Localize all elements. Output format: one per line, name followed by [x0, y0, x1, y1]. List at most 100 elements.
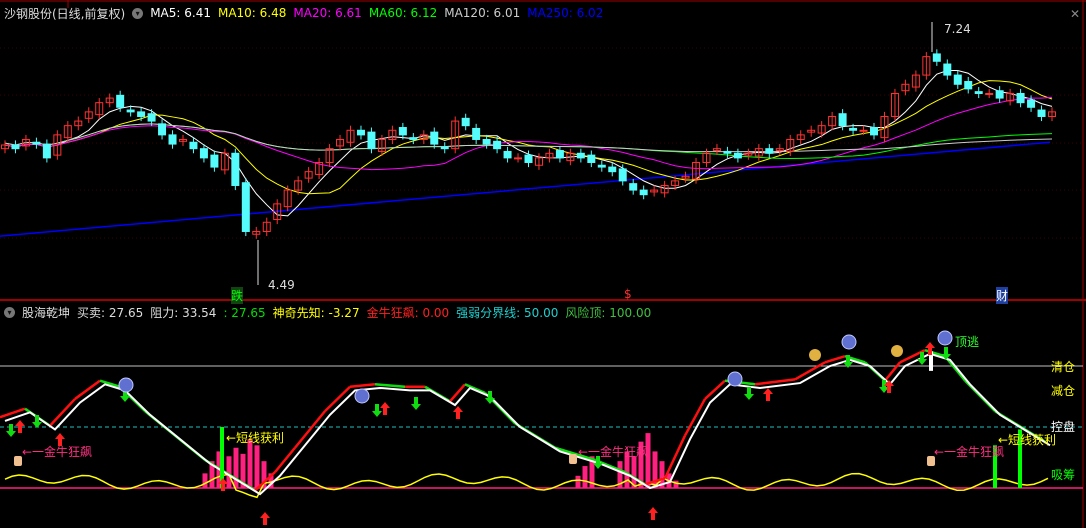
momentum-bar	[202, 473, 208, 488]
candle	[440, 146, 449, 150]
candle	[943, 63, 952, 76]
legend-item: 强弱分界线: 50.00	[456, 305, 559, 320]
ma-legend: MA5: 6.41 MA10: 6.48 MA20: 6.61 MA60: 6.12 M…	[150, 6, 610, 20]
candle	[482, 138, 491, 145]
money-bag-icon	[891, 345, 903, 357]
signal-short-2: ←短线获利	[998, 433, 1057, 447]
marker-finance[interactable]: 财	[996, 287, 1009, 304]
candle	[765, 148, 774, 154]
legend-item: 金牛狂飙: 0.00	[366, 305, 450, 320]
candle	[870, 127, 879, 136]
legend-item: 风险顶: 100.00	[565, 305, 652, 320]
chevron-down-icon[interactable]: ▾	[132, 7, 144, 19]
level-reduce: 减仓	[1051, 384, 1076, 398]
momentum-bar	[582, 466, 588, 488]
legend-item: MA120: 6.01	[444, 6, 521, 20]
candle	[555, 150, 564, 159]
candle	[859, 129, 868, 132]
candle	[472, 127, 481, 140]
legend-item: 阻力: 33.54	[150, 305, 217, 320]
candle	[116, 94, 125, 108]
indicator-title[interactable]: 股海乾坤	[22, 304, 70, 321]
stock-title[interactable]: 沙钢股份(日线,前复权)	[4, 5, 125, 22]
momentum-bar	[645, 433, 651, 488]
candle	[964, 81, 973, 90]
candle	[618, 168, 627, 182]
candle	[1016, 92, 1025, 104]
candle	[241, 182, 250, 232]
candle	[367, 131, 376, 150]
face-icon	[727, 371, 743, 387]
candle	[503, 150, 512, 159]
chevron-down-icon[interactable]: ▾	[4, 306, 15, 318]
candle	[597, 164, 606, 168]
legend-item: MA60: 6.12	[368, 6, 438, 20]
level-clear: 清仓	[1051, 360, 1076, 374]
candle	[587, 154, 596, 163]
candle	[838, 113, 847, 127]
candle	[409, 137, 418, 140]
candle	[231, 152, 240, 186]
indicator-header: ▾ 股海乾坤 买卖: 27.65 阻力: 33.54 : 27.65 神奇先知: -3…	[4, 301, 665, 323]
face-icon	[118, 377, 134, 393]
candle	[147, 113, 156, 122]
legend-item: MA5: 6.41	[150, 6, 211, 20]
candle	[995, 90, 1004, 99]
candle	[493, 140, 502, 150]
candle	[608, 166, 617, 173]
money-bag-icon	[809, 349, 821, 361]
signal-bull-3: ←一金牛狂飙	[934, 445, 1005, 459]
candle	[733, 152, 742, 159]
signal-bull-1: ←一金牛狂飙	[22, 445, 93, 459]
level-accumulate: 吸筹	[1051, 468, 1076, 482]
candle	[356, 129, 365, 136]
legend-item: : 27.65	[223, 305, 266, 320]
momentum-bar	[575, 475, 581, 488]
candle	[629, 183, 638, 191]
candle	[461, 117, 470, 127]
legend-item: MA10: 6.48	[217, 6, 287, 20]
signal-top-escape: 顶逃	[955, 335, 980, 349]
signal-short-1: ←短线获利	[226, 431, 285, 445]
momentum-bar	[254, 445, 260, 488]
candle	[985, 92, 994, 95]
momentum-bar	[247, 439, 253, 488]
low-price-label: 4.49	[268, 278, 295, 292]
candle	[430, 131, 439, 145]
signal-bull-2: ←一金牛狂飙	[578, 445, 649, 459]
candle	[1027, 99, 1036, 108]
indicator-legend: 买卖: 27.65 阻力: 33.54 : 27.65 神奇先知: -3.27 金牛狂飙…	[77, 304, 658, 321]
candle	[11, 144, 20, 150]
high-price-label: 7.24	[944, 22, 971, 36]
candle	[137, 111, 146, 117]
candle	[158, 123, 167, 136]
close-icon[interactable]: ✕	[1070, 7, 1080, 21]
pointing-hand-icon	[14, 456, 22, 466]
legend-item: MA250: 6.02	[527, 6, 604, 20]
momentum-bar	[673, 480, 679, 488]
face-icon	[354, 388, 370, 404]
candle	[398, 127, 407, 136]
candle	[199, 148, 208, 159]
candle	[126, 109, 135, 113]
candle	[168, 134, 177, 145]
legend-item: 神奇先知: -3.27	[272, 305, 360, 320]
face-icon	[937, 330, 953, 346]
candle	[524, 154, 533, 163]
candle	[974, 91, 983, 94]
candle	[189, 141, 198, 150]
pointing-hand-icon	[569, 454, 577, 464]
legend-item: 买卖: 27.65	[77, 305, 144, 320]
candle	[32, 141, 41, 145]
candle	[953, 74, 962, 85]
momentum-bar	[233, 447, 239, 488]
candle	[1037, 109, 1046, 117]
candle	[723, 150, 732, 154]
candle	[514, 157, 523, 160]
candle	[576, 152, 585, 159]
main-header: 沙钢股份(日线,前复权) ▾ MA5: 6.41 MA10: 6.48 MA20: …	[4, 2, 617, 24]
face-icon	[841, 334, 857, 350]
marker-dollar[interactable]: $	[624, 287, 632, 301]
chart-canvas[interactable]	[0, 0, 1086, 528]
background	[0, 0, 1086, 528]
